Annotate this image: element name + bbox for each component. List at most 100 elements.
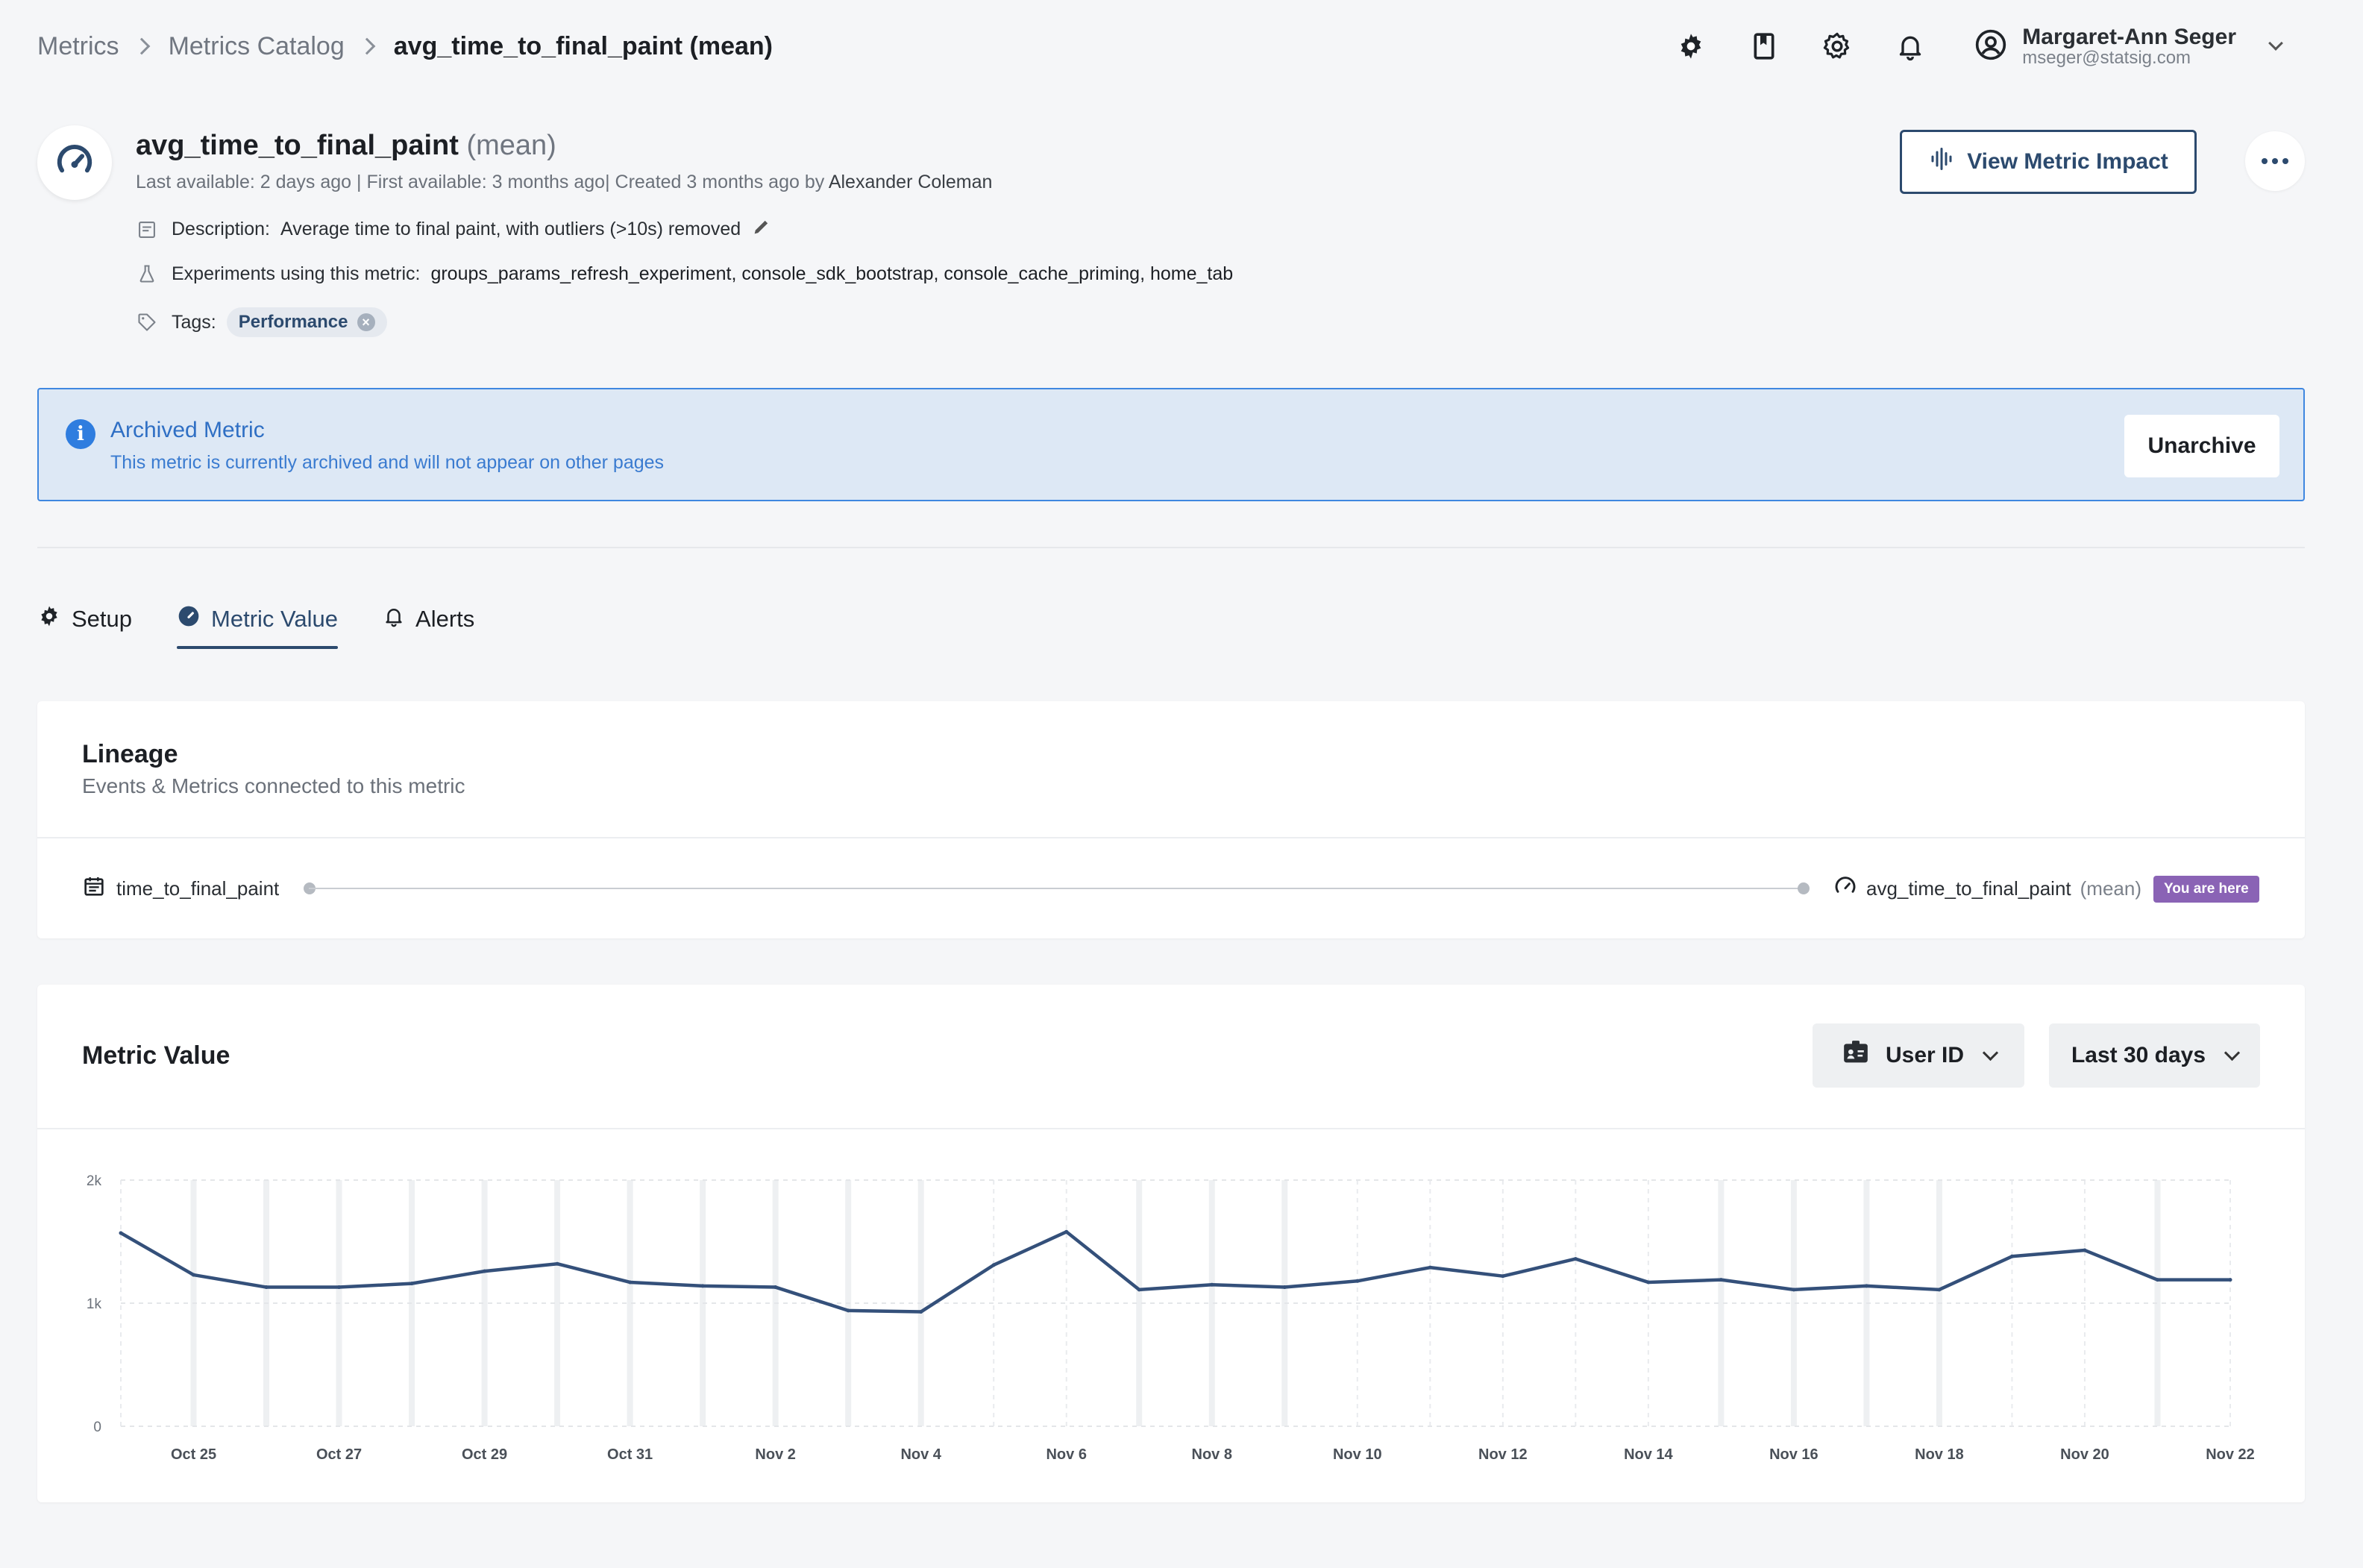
description-label: Description:: [172, 219, 270, 239]
tab-alerts-label: Alerts: [415, 606, 475, 632]
data-point: [337, 1285, 342, 1290]
chevron-right-icon: [358, 37, 376, 55]
data-point: [919, 1310, 923, 1314]
gear-icon: [37, 604, 61, 634]
data-point: [1573, 1257, 1578, 1261]
x-tick-label: Nov 10: [1333, 1446, 1382, 1463]
bell-icon[interactable]: [1894, 30, 1927, 63]
tab-bar: Setup Metric Value Alerts: [37, 604, 474, 649]
lineage-target-metric[interactable]: avg_time_to_final_paint (mean) You are h…: [1833, 874, 2259, 903]
lineage-title: Lineage: [82, 740, 178, 768]
x-tick-label: Oct 31: [607, 1446, 653, 1463]
archived-banner: i Archived Metric This metric is current…: [37, 388, 2305, 501]
book-icon[interactable]: [1748, 30, 1780, 63]
tab-metric-value[interactable]: Metric Value: [177, 604, 339, 649]
tab-setup[interactable]: Setup: [37, 604, 132, 649]
y-tick-label: 1k: [87, 1296, 102, 1312]
data-point: [483, 1269, 487, 1273]
more-options-icon[interactable]: [2245, 131, 2305, 191]
data-point: [1210, 1282, 1214, 1287]
remove-tag-icon[interactable]: ×: [357, 313, 375, 331]
day-band: [554, 1180, 561, 1426]
user-email: mseger@statsig.com: [2022, 48, 2191, 69]
data-point: [773, 1285, 778, 1290]
availability-text: Last available: 2 days ago | First avail…: [136, 172, 825, 192]
unarchive-button[interactable]: Unarchive: [2124, 415, 2279, 477]
data-point: [2155, 1278, 2159, 1282]
user-name: Margaret-Ann Seger: [2022, 24, 2236, 49]
tag-chip[interactable]: Performance ×: [226, 307, 387, 337]
breadcrumb-catalog-link[interactable]: Metrics Catalog: [169, 32, 345, 61]
data-point: [2083, 1248, 2087, 1252]
data-point: [628, 1280, 633, 1285]
x-tick-label: Oct 25: [171, 1446, 216, 1463]
lineage-node-dot: [1798, 882, 1810, 894]
speedometer-icon: [54, 141, 95, 185]
y-tick-label: 0: [93, 1420, 101, 1435]
user-circle-icon: [1974, 28, 2007, 65]
data-point: [2228, 1278, 2232, 1282]
metric-aggregation: (mean): [466, 130, 556, 161]
chevron-right-icon: [133, 37, 150, 55]
speedometer-icon: [177, 604, 201, 634]
chevron-down-icon[interactable]: [2268, 36, 2283, 51]
experiment-link[interactable]: groups_params_refresh_experiment: [430, 263, 731, 284]
x-tick-label: Nov 8: [1192, 1446, 1232, 1463]
data-point: [1137, 1288, 1141, 1292]
data-point: [1719, 1278, 1723, 1282]
x-tick-label: Nov 2: [755, 1446, 795, 1463]
data-point: [1282, 1285, 1287, 1290]
experiment-link[interactable]: console_sdk_bootstrap: [741, 263, 933, 284]
metric-value-chart: 0 1k 2k Oct 25 Oct 27 Oct 29 Oct 31 Nov 2 Nov 4 N…: [87, 1173, 2255, 1463]
lineage-source-label: time_to_final_paint: [116, 877, 280, 900]
data-point: [1428, 1265, 1432, 1270]
data-point: [192, 1273, 196, 1277]
tab-alerts[interactable]: Alerts: [383, 604, 474, 649]
pencil-icon[interactable]: [751, 216, 772, 242]
speedometer-icon: [1833, 874, 1857, 903]
metric-creator: Alexander Coleman: [828, 172, 993, 192]
x-tick-label: Nov 12: [1478, 1446, 1528, 1463]
experiments-label: Experiments using this metric:: [172, 263, 421, 284]
x-tick-label: Nov 22: [2206, 1446, 2255, 1463]
bell-icon: [383, 605, 405, 633]
experiment-link[interactable]: console_cache_priming: [944, 263, 1140, 284]
user-menu[interactable]: Margaret-Ann Seger mseger@statsig.com: [1974, 24, 2283, 69]
flask-icon: [136, 263, 158, 285]
you-are-here-badge: You are here: [2153, 875, 2259, 903]
info-icon: i: [66, 419, 95, 449]
settings-icon[interactable]: [1821, 30, 1854, 63]
data-point: [846, 1308, 850, 1313]
section-divider: [37, 547, 2305, 548]
data-point: [1937, 1288, 1942, 1292]
x-tick-label: Nov 4: [900, 1446, 941, 1463]
lineage-connector: [309, 888, 1804, 889]
data-point: [700, 1284, 705, 1288]
experiment-link[interactable]: home_tab: [1150, 263, 1233, 284]
lineage-target-label: avg_time_to_final_paint: [1866, 877, 2071, 900]
top-toolbar: Margaret-Ann Seger mseger@statsig.com: [1675, 22, 2283, 70]
gear-cog-icon[interactable]: [1675, 30, 1707, 63]
x-tick-label: Oct 27: [316, 1446, 362, 1463]
tags-label: Tags:: [172, 311, 216, 333]
description-row: Description: Average time to final paint…: [136, 216, 772, 242]
data-point: [1501, 1274, 1505, 1279]
calendar-icon: [82, 874, 106, 903]
data-point: [409, 1282, 414, 1286]
x-tick-label: Nov 18: [1915, 1446, 1964, 1463]
series-line: [119, 1230, 2232, 1314]
view-metric-impact-button[interactable]: View Metric Impact: [1900, 130, 2197, 194]
data-point: [1064, 1229, 1069, 1234]
x-tick-label: Nov 6: [1046, 1446, 1086, 1463]
lineage-card: Lineage Events & Metrics connected to th…: [37, 701, 2305, 938]
view-metric-impact-label: View Metric Impact: [1967, 149, 2168, 174]
data-point: [2009, 1254, 2014, 1258]
card-divider: [37, 837, 2305, 838]
tab-metric-value-label: Metric Value: [211, 606, 339, 632]
experiments-row: Experiments using this metric: groups_pa…: [136, 263, 1233, 285]
breadcrumb-current: avg_time_to_final_paint (mean): [393, 31, 773, 60]
lineage-source-event[interactable]: time_to_final_paint: [82, 874, 279, 903]
breadcrumb-metrics-link[interactable]: Metrics: [37, 32, 119, 61]
metric-name: avg_time_to_final_paint: [136, 130, 459, 161]
x-tick-label: Nov 16: [1769, 1446, 1818, 1463]
